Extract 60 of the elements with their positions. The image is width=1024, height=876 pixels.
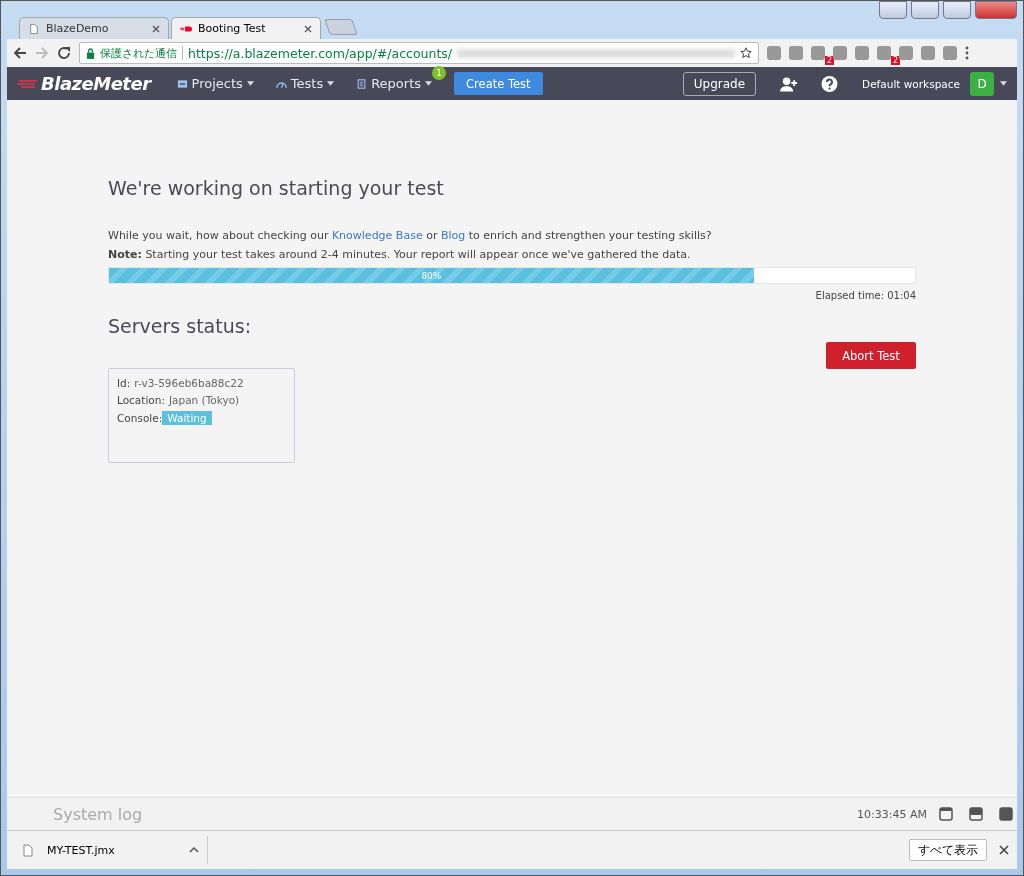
field-label: Id:: [117, 377, 131, 389]
menu-label: Tests: [290, 76, 324, 91]
secure-label: 保護された通信: [100, 45, 177, 61]
star-icon[interactable]: [740, 47, 752, 59]
menu-label: Reports: [371, 76, 422, 91]
panel-size-icon[interactable]: [939, 807, 953, 821]
extension-badge: 2: [825, 56, 835, 65]
logo-text: BlazeMeter: [41, 73, 151, 94]
menu-label: Projects: [191, 76, 243, 91]
nav-menu[interactable]: Reports: [356, 76, 433, 91]
document-icon: [356, 78, 368, 89]
nav-menu[interactable]: Projects: [176, 76, 254, 91]
upgrade-button[interactable]: Upgrade: [682, 71, 757, 96]
knowledge-base-link[interactable]: Knowledge Base: [331, 229, 423, 242]
field-label: Location:: [117, 394, 165, 406]
address-bar[interactable]: 保護された通信 https://a.blazemeter.com/app/#/accounts/: [79, 42, 759, 64]
section-title: Servers status:: [108, 315, 253, 337]
page-title: We're working on starting your test: [108, 177, 445, 199]
abort-test-button[interactable]: Abort Test: [826, 342, 916, 369]
progress-label: 80%: [421, 270, 442, 281]
forward-icon: [35, 46, 49, 60]
logo-icon: [180, 23, 192, 34]
status-badge: Waiting: [162, 411, 212, 425]
extension-badge: 2: [891, 56, 901, 65]
blog-link[interactable]: Blog: [440, 229, 466, 242]
caret-icon: [327, 81, 335, 86]
menu-icon[interactable]: [965, 46, 969, 60]
intro-text: While you wait, how about checking our Knowledge Base or Blog to enrich and strengthen your testing skills?: [108, 229, 713, 242]
download-item[interactable]: MY-TEST.jmx: [15, 836, 208, 864]
note-text: Note: Starting your test takes around 2-4 minutes. Your report will appear once we've gathered the data.: [108, 248, 692, 261]
field-label: Console:: [117, 412, 163, 424]
log-time: 10:33:45 AM: [857, 807, 927, 821]
show-all-button[interactable]: すべて表示: [909, 839, 987, 861]
server-location: Japan (Tokyo): [168, 394, 240, 406]
server-id: r-v3-596eb6ba88c22: [134, 377, 244, 389]
page-icon: [28, 23, 40, 34]
url-text: https://a.blazemeter.com/app/#/accounts/: [188, 45, 453, 61]
caret-icon: [246, 81, 254, 86]
workspace-label[interactable]: Default workspace: [862, 77, 960, 90]
file-name: MY-TEST.jmx: [47, 843, 115, 857]
logo-icon: [17, 77, 39, 90]
caret-icon[interactable]: [1000, 81, 1007, 86]
notification-badge: 1: [432, 66, 447, 80]
create-test-button[interactable]: Create Test: [454, 72, 543, 95]
caret-icon: [425, 81, 433, 86]
help-icon[interactable]: [821, 75, 839, 92]
add-user-icon[interactable]: [780, 75, 798, 92]
browser-tab[interactable]: BlazeDemo: [19, 17, 169, 39]
file-icon: [23, 843, 33, 857]
chevron-icon[interactable]: [189, 847, 199, 853]
reload-icon[interactable]: [57, 46, 71, 60]
browser-tab[interactable]: Booting Test: [171, 17, 321, 39]
panel-size-icon[interactable]: [999, 807, 1013, 821]
panel-size-icon[interactable]: [969, 807, 983, 821]
elapsed-time: Elapsed time: 01:04: [814, 290, 916, 301]
nav-menu[interactable]: Tests: [275, 76, 335, 91]
logo[interactable]: BlazeMeter: [17, 73, 151, 94]
back-icon[interactable]: [13, 46, 27, 60]
lock-icon: [86, 47, 95, 59]
inbox-icon: [176, 78, 188, 89]
